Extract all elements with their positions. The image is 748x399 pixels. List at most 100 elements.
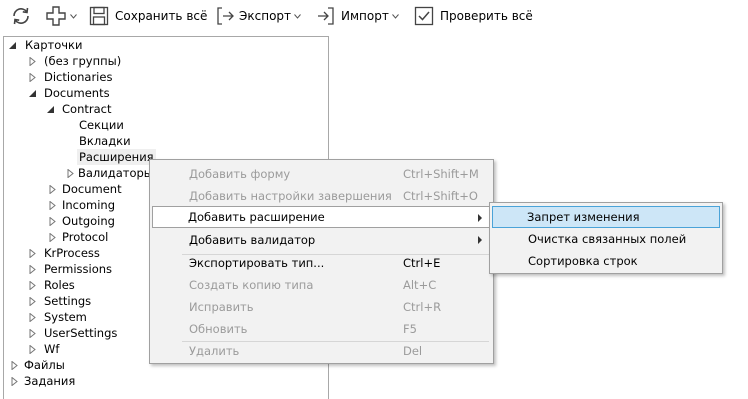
chevron-down-icon [70, 13, 77, 19]
tree-label: UserSettings [44, 326, 118, 340]
toolbar: Сохранить всё Экспорт Импорт Проверить в… [0, 0, 748, 34]
expanded-arrow-icon[interactable] [8, 41, 17, 50]
tree-node-sections[interactable]: Секции [77, 117, 126, 133]
collapsed-arrow-icon[interactable] [28, 328, 37, 338]
tree-node-roles[interactable]: Roles [28, 277, 77, 293]
tree-node-document[interactable]: Document [48, 181, 124, 197]
menu-item-label: Запрет изменения [527, 210, 640, 224]
menu-item-label: Добавить расширение [188, 210, 325, 224]
tree-label: Валидаторы [78, 166, 153, 180]
check-all-button[interactable]: Проверить всё [414, 5, 533, 27]
tree-node-system[interactable]: System [28, 309, 89, 325]
refresh-button[interactable] [10, 5, 32, 27]
menu-item-label: Добавить форму [189, 167, 291, 181]
menu-item-label: Добавить валидатор [189, 233, 316, 247]
chevron-down-icon [391, 13, 399, 19]
collapsed-arrow-icon[interactable] [28, 344, 37, 354]
tree-label: Wf [44, 342, 60, 356]
menu-item-label: Создать копию типа [189, 278, 314, 292]
tree-node-usersettings[interactable]: UserSettings [28, 325, 119, 341]
menu-item-export-type[interactable]: Экспортировать тип... Ctrl+E [152, 252, 491, 274]
plus-icon [46, 6, 66, 26]
tree-label: Dictionaries [44, 70, 113, 84]
tree-label: Contract [62, 102, 112, 116]
tree-node-extensions[interactable]: Расширения [77, 149, 156, 165]
collapsed-arrow-icon[interactable] [28, 248, 37, 258]
menu-item-delete[interactable]: Удалить Del [152, 340, 491, 362]
tree-node-cards[interactable]: Карточки [8, 37, 84, 53]
checkbox-checked-icon [414, 6, 434, 26]
tree-node-validators[interactable]: Валидаторы [66, 165, 155, 181]
menu-item-shortcut: F5 [403, 322, 417, 336]
submenu-item-sort-rows[interactable]: Сортировка строк [492, 250, 720, 272]
menu-item-label: Удалить [189, 344, 240, 358]
menu-item-add-form[interactable]: Добавить форму Ctrl+Shift+M [152, 163, 491, 185]
collapsed-arrow-icon[interactable] [28, 296, 37, 306]
tree-label: Roles [44, 278, 75, 292]
tree-label: KrProcess [44, 246, 100, 260]
tree-node-documents[interactable]: Documents [28, 85, 112, 101]
menu-item-add-validator[interactable]: Добавить валидатор [152, 229, 491, 251]
menu-item-shortcut: Ctrl+E [403, 256, 441, 270]
collapsed-arrow-icon[interactable] [28, 56, 37, 66]
expanded-arrow-icon[interactable] [28, 89, 37, 98]
menu-item-refresh[interactable]: Обновить F5 [152, 318, 491, 340]
tree-label: Settings [44, 294, 92, 308]
import-button[interactable]: Импорт [316, 5, 399, 27]
tree-node-no-group[interactable]: (без группы) [28, 53, 123, 69]
menu-item-label: Добавить настройки завершения [189, 189, 392, 203]
tree-label: Permissions [44, 262, 113, 276]
tree-label: Outgoing [62, 214, 115, 228]
tree-node-protocol[interactable]: Protocol [48, 229, 110, 245]
tree-node-incoming[interactable]: Incoming [48, 197, 117, 213]
menu-item-create-copy[interactable]: Создать копию типа Alt+C [152, 274, 491, 296]
collapsed-arrow-icon[interactable] [48, 184, 57, 194]
menu-item-add-extension[interactable]: Добавить расширение [152, 206, 491, 228]
tree-node-dictionaries[interactable]: Dictionaries [28, 69, 114, 85]
tree-node-tabs[interactable]: Вкладки [77, 133, 133, 149]
tree-label: Задания [24, 374, 76, 388]
tree-node-contract[interactable]: Contract [46, 101, 113, 117]
menu-item-shortcut: Ctrl+Shift+O [403, 189, 478, 203]
menu-item-shortcut: Ctrl+Shift+M [403, 167, 479, 181]
menu-item-label: Экспортировать тип... [189, 256, 325, 270]
context-menu: Добавить форму Ctrl+Shift+M Добавить нас… [149, 159, 494, 364]
collapsed-arrow-icon[interactable] [28, 72, 37, 82]
tree-node-outgoing[interactable]: Outgoing [48, 213, 117, 229]
tree-label: System [44, 310, 87, 324]
collapsed-arrow-icon[interactable] [28, 312, 37, 322]
import-icon [318, 7, 334, 25]
tree-node-settings[interactable]: Settings [28, 293, 93, 309]
tree-node-tasks[interactable]: Задания [10, 373, 77, 389]
menu-item-shortcut: Del [403, 344, 423, 358]
extensions-submenu: Запрет изменения Очистка связанных полей… [489, 202, 723, 274]
submenu-item-clear-linked-fields[interactable]: Очистка связанных полей [492, 228, 720, 250]
tree-node-files[interactable]: Файлы [10, 357, 67, 373]
menu-item-fix[interactable]: Исправить Ctrl+R [152, 296, 491, 318]
collapsed-arrow-icon[interactable] [48, 232, 57, 242]
collapsed-arrow-icon[interactable] [28, 280, 37, 290]
tree-label: (без группы) [44, 54, 122, 68]
menu-item-label: Очистка связанных полей [528, 232, 687, 246]
menu-item-label: Исправить [189, 300, 254, 314]
submenu-item-prohibit-changes[interactable]: Запрет изменения [492, 206, 720, 228]
tree-label: Секции [79, 118, 124, 132]
save-all-button[interactable]: Сохранить всё [89, 5, 207, 27]
tree-label: Incoming [62, 198, 116, 212]
tree-node-krprocess[interactable]: KrProcess [28, 245, 102, 261]
collapsed-arrow-icon[interactable] [48, 216, 57, 226]
tree-label: Protocol [62, 230, 109, 244]
add-button[interactable] [45, 5, 77, 27]
collapsed-arrow-icon[interactable] [10, 376, 19, 386]
export-button[interactable]: Экспорт [215, 5, 301, 27]
tree-node-wf[interactable]: Wf [28, 341, 61, 357]
collapsed-arrow-icon[interactable] [28, 264, 37, 274]
collapsed-arrow-icon[interactable] [48, 200, 57, 210]
menu-item-shortcut: Ctrl+R [403, 300, 442, 314]
tree-node-permissions[interactable]: Permissions [28, 261, 114, 277]
menu-item-add-completion-settings[interactable]: Добавить настройки завершения Ctrl+Shift… [152, 185, 491, 207]
collapsed-arrow-icon[interactable] [10, 360, 19, 370]
collapsed-arrow-icon[interactable] [66, 168, 75, 178]
expanded-arrow-icon[interactable] [46, 105, 55, 114]
tree-label: Вкладки [79, 134, 131, 148]
